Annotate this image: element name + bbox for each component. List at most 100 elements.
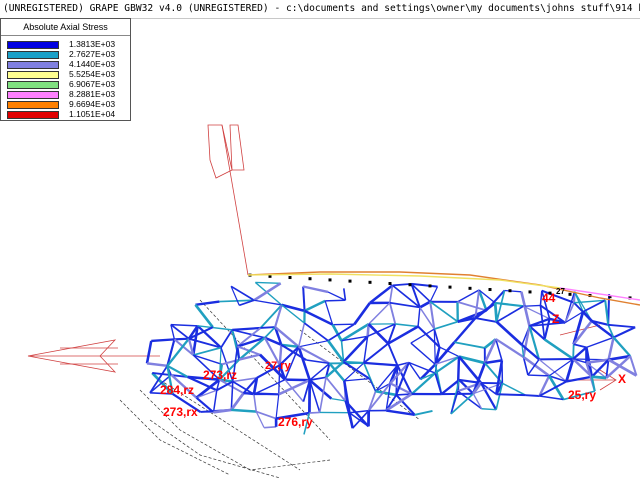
stress-legend: Absolute Axial Stress 1.3813E+03 2.7627E+… [0, 18, 131, 121]
frame-member [195, 300, 220, 307]
frame-member [145, 340, 153, 364]
frame-member [454, 341, 485, 349]
node-marker [528, 290, 532, 294]
legend-value: 9.6694E+03 [69, 99, 116, 109]
node-marker [488, 288, 492, 292]
frame-member [220, 329, 233, 349]
frame-member [493, 302, 499, 323]
frame-member [429, 286, 439, 302]
frame-member [367, 390, 377, 411]
frame-member [613, 326, 636, 339]
frame-member [278, 378, 311, 396]
frame-member [297, 322, 306, 347]
frame-member [193, 346, 222, 356]
frame-member [573, 343, 587, 349]
frame-member [363, 361, 398, 367]
node-label-44: 44 [542, 291, 556, 305]
frame-member [253, 394, 258, 412]
legend-swatch [7, 101, 59, 109]
frame-member [368, 302, 391, 325]
legend-swatch [7, 81, 59, 89]
node-label-27-ry: 27,ry [265, 360, 291, 372]
frame-member [151, 338, 175, 343]
frame-member [395, 323, 419, 328]
node-marker [368, 280, 372, 284]
node-label-273-rx: 273,rx [163, 405, 198, 419]
legend-swatch [7, 41, 59, 49]
frame-member [363, 342, 389, 364]
node-label-25-ry: 25,ry [568, 388, 597, 402]
legend-entry: 1.1051E+04 [7, 109, 132, 120]
legend-value: 1.3813E+03 [69, 39, 116, 49]
frame-member [495, 301, 524, 308]
frame-member [146, 362, 168, 368]
legend-title: Absolute Axial Stress [1, 19, 130, 36]
frame-member [457, 289, 480, 303]
frame-member [429, 301, 459, 323]
frame-member [302, 285, 329, 294]
legend-value: 2.7627E+03 [69, 49, 116, 59]
frame-member [496, 393, 526, 397]
frame-member [253, 282, 282, 302]
frame-member [231, 408, 257, 413]
node-marker [408, 283, 412, 287]
frame-member [608, 323, 636, 329]
frame-member [414, 410, 433, 416]
node-marker [308, 277, 312, 281]
frame-member [572, 344, 575, 360]
frame-member [253, 379, 286, 395]
legend-value: 8.2881E+03 [69, 89, 116, 99]
frame-member [502, 382, 526, 396]
frame-member [302, 286, 306, 311]
node-marker [448, 285, 452, 289]
frame-member [298, 340, 329, 348]
frame-member [527, 374, 550, 377]
frame-member [375, 389, 397, 397]
node-label-27-top: 27 [556, 287, 565, 296]
frame-member [457, 301, 487, 312]
frame-member [260, 326, 276, 329]
node-label-276-ry: 276,ry [278, 415, 313, 429]
frame-member [309, 411, 320, 414]
frame-member [572, 346, 588, 360]
node-marker [428, 284, 432, 288]
frame-member [325, 299, 346, 302]
frame-member [612, 336, 632, 357]
frame-member [232, 326, 261, 332]
frame-member [523, 304, 541, 307]
legend-swatch [7, 111, 59, 119]
legend-swatch [7, 51, 59, 59]
axis-x-label: X [618, 372, 627, 386]
frame-member [369, 284, 394, 304]
node-label-284-rz: 284,rz [160, 383, 195, 397]
frame-member [475, 317, 497, 323]
frame-member [543, 338, 574, 361]
frame-member [539, 395, 564, 401]
legend-swatch [7, 61, 59, 69]
node-label-273-rz: 273,rz [203, 368, 238, 382]
frame-members [145, 273, 638, 435]
node-marker [568, 292, 572, 296]
legend-value: 4.1440E+03 [69, 59, 116, 69]
frame-member [387, 343, 399, 366]
node-marker [288, 276, 292, 280]
frame-member [170, 323, 198, 327]
frame-member [481, 408, 497, 411]
node-marker [348, 279, 352, 283]
frame-member [212, 390, 218, 413]
frame-member [522, 325, 531, 358]
frame-member [434, 320, 459, 330]
frame-member [388, 302, 397, 325]
frame-member [566, 375, 593, 383]
frame-member [368, 378, 377, 392]
frame-member [417, 307, 421, 327]
frame-member [411, 282, 438, 288]
node-marker [328, 278, 332, 282]
axis-z-label: Z [552, 312, 560, 326]
frame-member [525, 394, 540, 397]
legend-swatch [7, 91, 59, 99]
frame-member [264, 326, 276, 339]
frame-member [353, 302, 371, 325]
frame-member [607, 337, 615, 360]
frame-member [194, 304, 214, 329]
